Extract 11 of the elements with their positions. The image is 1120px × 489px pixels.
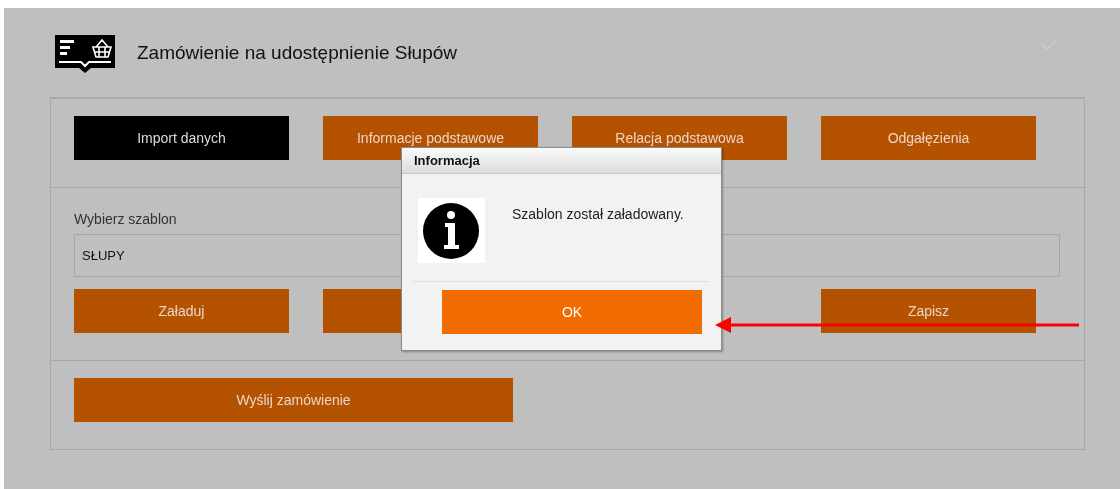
- field-label: Wybierz szablon: [74, 211, 177, 227]
- action-button[interactable]: Załaduj: [74, 289, 289, 333]
- tab[interactable]: Import danych: [74, 116, 289, 160]
- dialog-message: Szablon został załadowany.: [512, 206, 684, 224]
- submit-button[interactable]: Wyślij zamówienie: [74, 378, 513, 422]
- page-title: Zamówienie na udostępnienie Słupów: [137, 41, 458, 64]
- tab[interactable]: Odgałęzienia: [821, 116, 1036, 160]
- info-icon: [418, 198, 485, 263]
- action-button[interactable]: Zapisz: [821, 289, 1036, 333]
- book-basket-icon: [55, 32, 115, 73]
- ok-button[interactable]: OK: [442, 290, 702, 334]
